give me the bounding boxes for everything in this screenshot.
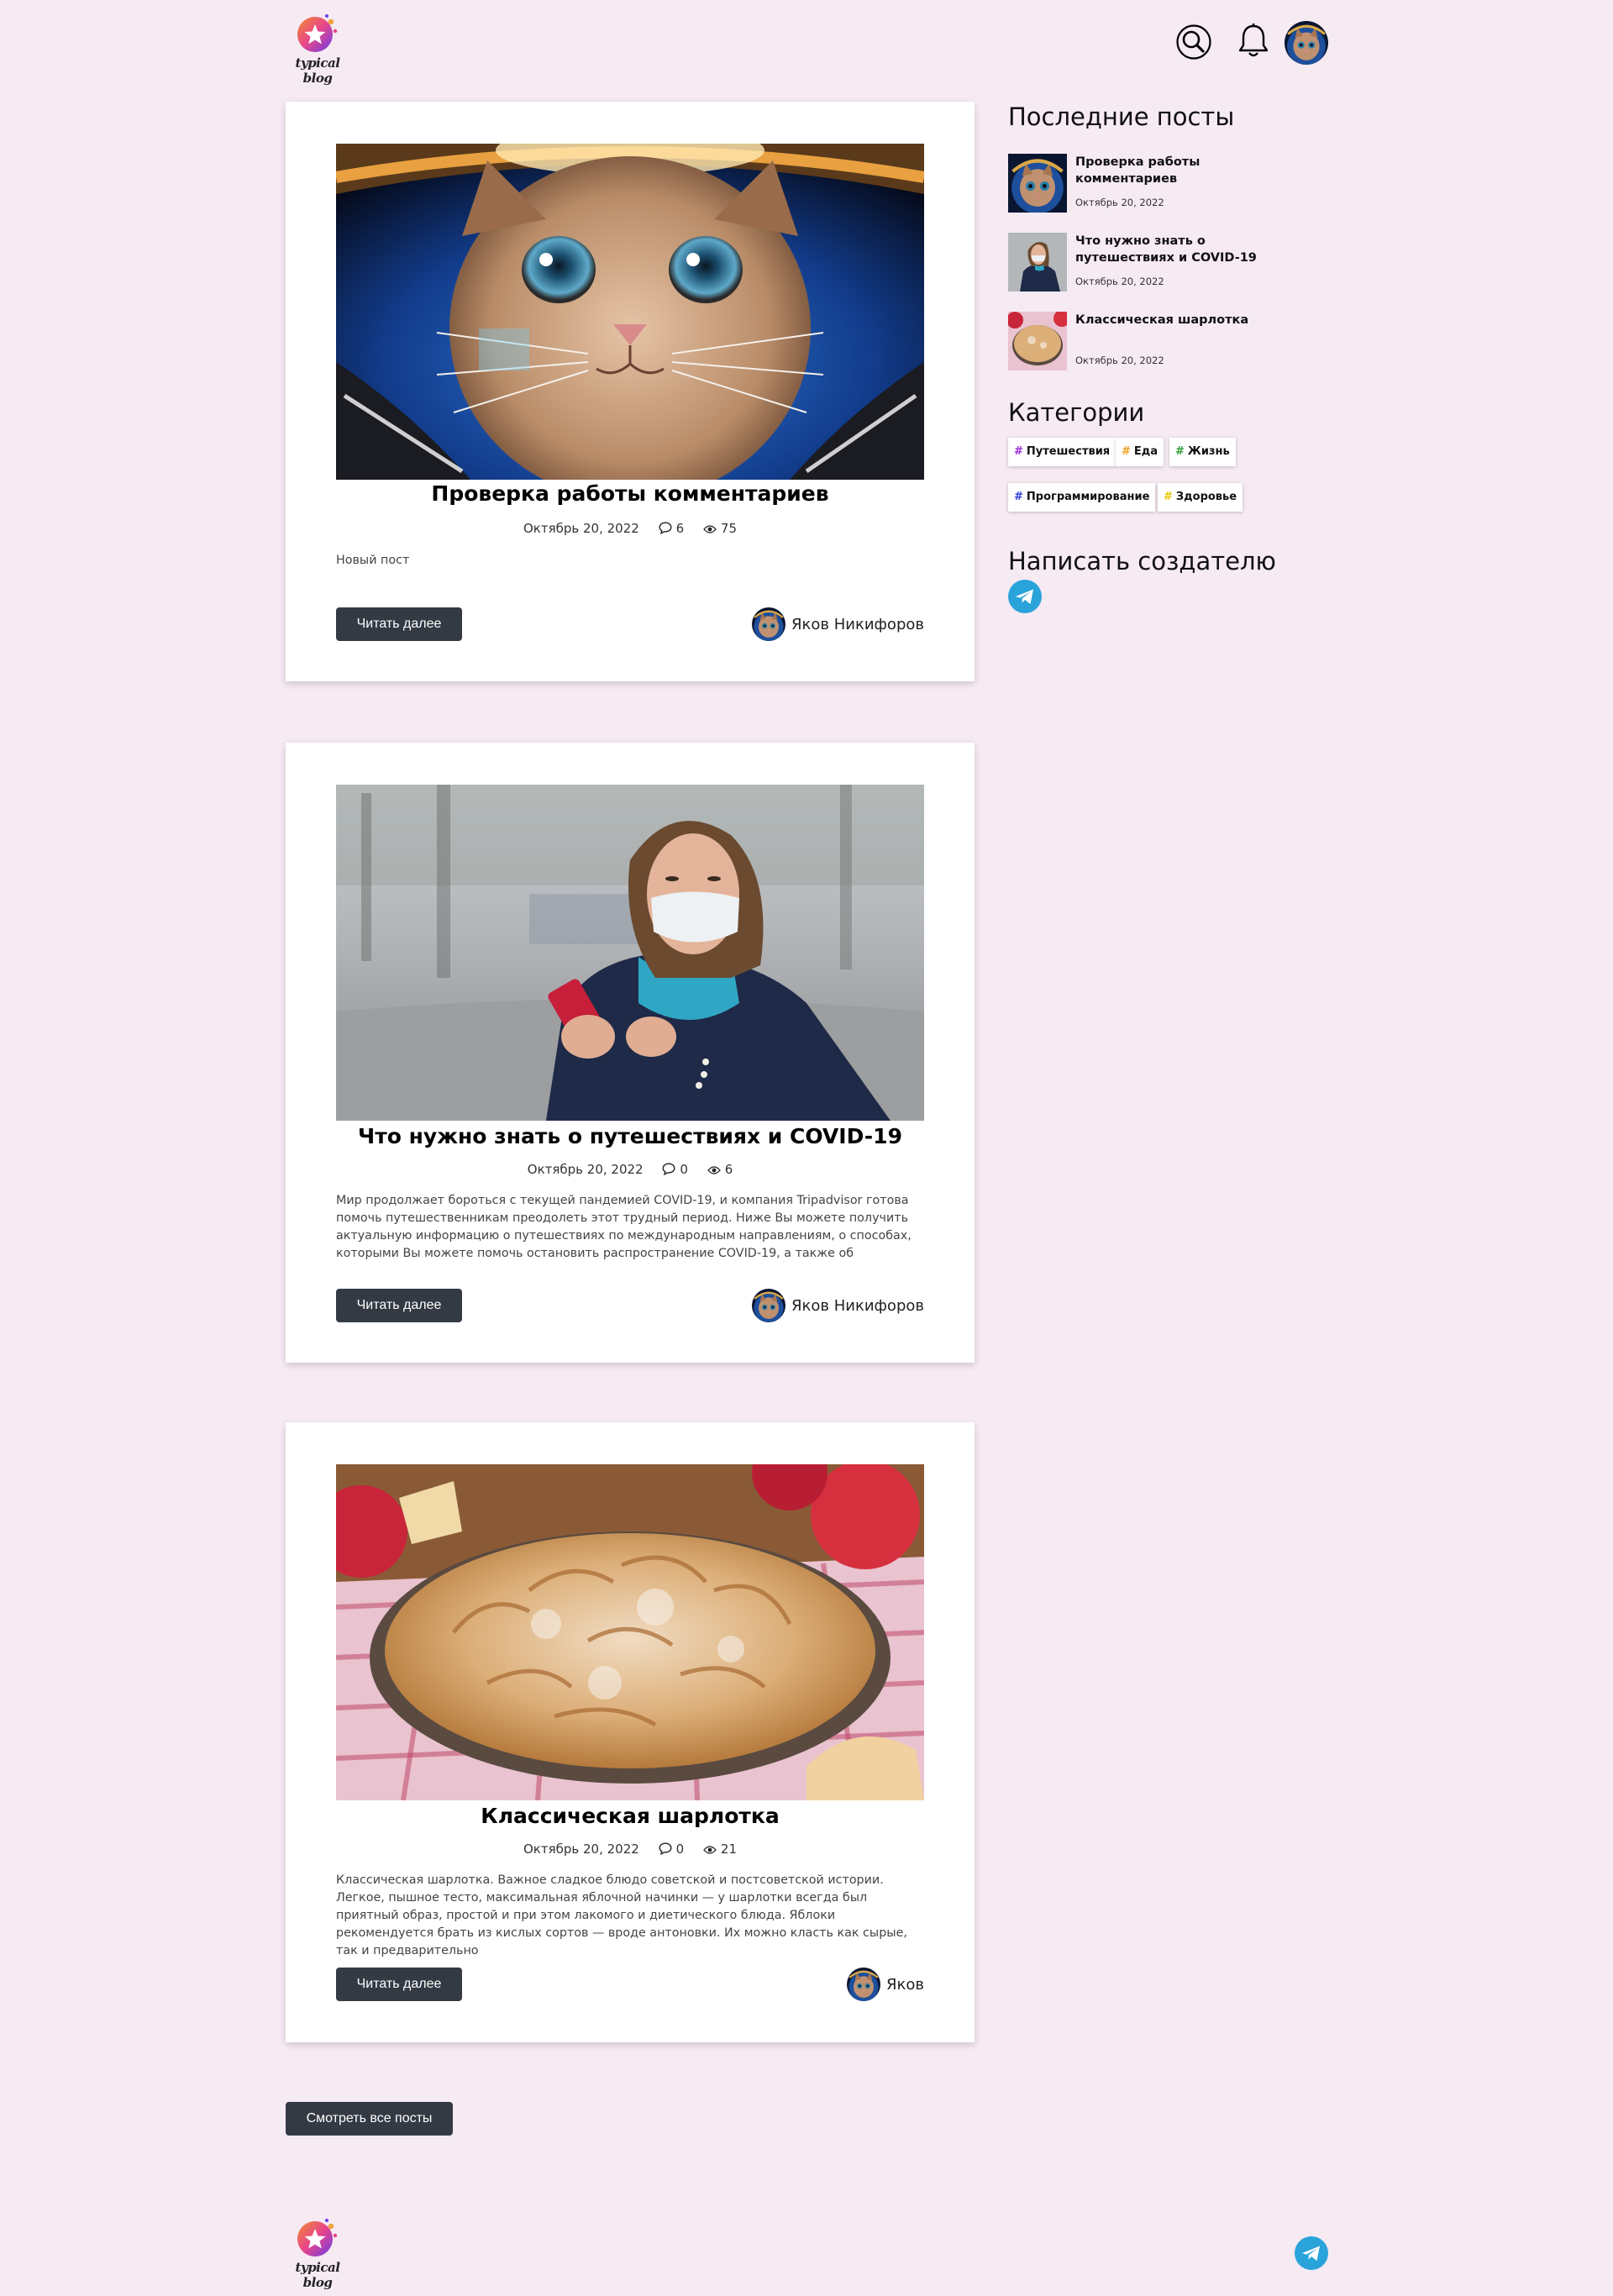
recent-post-title[interactable]: Классическая шарлотка [1075,312,1302,328]
recent-post-thumbnail [1008,154,1067,213]
categories-heading: Категории [1008,398,1145,427]
post-author[interactable]: Яков [847,1968,924,2001]
contact-heading: Написать создателю [1008,547,1276,575]
hash-icon: # [1122,445,1131,458]
hash-icon: # [1014,445,1023,458]
post-meta: Октябрь 20, 2022 0 21 [286,1841,975,1857]
cat-astronaut-image [336,144,924,480]
recent-post-date: Октябрь 20, 2022 [1075,197,1164,208]
author-name: Яков [886,1975,924,1994]
recent-post-item[interactable]: Проверка работы комментариев Октябрь 20,… [1008,154,1311,213]
comments-count: 0 [662,1162,688,1177]
comments-value: 0 [680,1161,688,1177]
comment-icon [662,1162,675,1175]
comments-count: 0 [659,1841,685,1857]
post-date: Октябрь 20, 2022 [523,1841,639,1857]
post-card: Проверка работы комментариев Октябрь 20,… [286,102,975,681]
recent-post-date: Октябрь 20, 2022 [1075,276,1164,287]
recent-post-date: Октябрь 20, 2022 [1075,355,1164,366]
post-meta: Октябрь 20, 2022 0 6 [286,1161,975,1177]
category-label: Путешествия [1026,445,1111,458]
post-image[interactable] [336,144,924,480]
notifications-button[interactable] [1237,22,1270,60]
views-value: 21 [720,1841,737,1857]
post-meta: Октябрь 20, 2022 6 75 [286,520,975,536]
views-value: 75 [720,520,737,536]
bell-icon [1238,24,1269,57]
logo-icon [297,14,338,52]
post-date: Октябрь 20, 2022 [527,1161,644,1177]
views-count: 6 [707,1162,733,1177]
post-excerpt: Классическая шарлотка. Важное сладкое бл… [336,1873,907,1957]
post-image[interactable] [336,785,924,1121]
recent-post-thumbnail [1008,312,1067,370]
category-tag-health[interactable]: # Здоровье [1158,483,1243,512]
post-title[interactable]: Классическая шарлотка [286,1804,975,1828]
author-avatar [752,607,786,641]
post-card: Что нужно знать о путешествиях и COVID-1… [286,743,975,1363]
category-label: Еда [1133,445,1159,458]
eye-icon [703,524,717,533]
logo-text: typical blog [295,55,340,86]
eye-icon [707,1165,721,1174]
user-avatar[interactable] [1285,21,1328,65]
author-avatar [752,1289,786,1322]
read-more-button[interactable]: Читать далее [336,1968,462,2001]
recent-post-title[interactable]: Проверка работы комментариев [1075,154,1302,187]
view-all-posts-button[interactable]: Смотреть все посты [286,2102,453,2136]
apple-pie-image [336,1464,924,1800]
post-image[interactable] [336,1464,924,1800]
logo-icon [297,2219,338,2257]
comments-value: 6 [675,520,685,536]
hash-icon: # [1164,491,1173,503]
woman-in-mask-image [336,785,924,1121]
recent-post-title[interactable]: Что нужно знать о путешествиях и COVID-1… [1075,233,1302,266]
category-tag-life[interactable]: # Жизнь [1169,438,1236,466]
recent-post-thumbnail [1008,233,1067,292]
category-tag-programming[interactable]: # Программирование [1008,483,1156,512]
author-name: Яков Никифоров [791,615,924,633]
author-avatar [847,1968,880,2001]
recent-post-item[interactable]: Что нужно знать о путешествиях и COVID-1… [1008,233,1311,292]
read-more-button[interactable]: Читать далее [336,1289,462,1322]
comment-icon [659,521,672,534]
avatar-image [1285,21,1328,65]
category-label: Здоровье [1175,491,1237,503]
category-tag-travel[interactable]: # Путешествия [1008,438,1116,466]
post-excerpt: Мир продолжает бороться с текущей пандем… [336,1194,912,1260]
post-card: Классическая шарлотка Октябрь 20, 2022 0… [286,1422,975,2042]
telegram-icon [1302,2246,1320,2261]
logo-text: typical blog [295,2260,340,2290]
telegram-icon [1016,589,1033,604]
search-button[interactable] [1175,24,1212,60]
footer-logo[interactable]: typical blog [285,2214,350,2290]
comment-icon [659,1842,672,1855]
author-name: Яков Никифоров [791,1296,924,1315]
recent-posts-heading: Последние посты [1008,102,1235,131]
read-more-button[interactable]: Читать далее [336,607,462,641]
footer-telegram-link[interactable] [1295,2236,1328,2270]
views-value: 6 [724,1161,733,1177]
comments-count: 6 [659,520,685,536]
views-count: 75 [703,521,737,536]
category-label: Программирование [1026,491,1150,503]
post-title[interactable]: Что нужно знать о путешествиях и COVID-1… [286,1124,975,1148]
hash-icon: # [1175,445,1185,458]
post-date: Октябрь 20, 2022 [523,520,639,536]
post-excerpt: Новый пост [336,554,410,567]
recent-post-item[interactable]: Классическая шарлотка Октябрь 20, 2022 [1008,312,1311,370]
post-author[interactable]: Яков Никифоров [752,607,924,641]
telegram-link[interactable] [1008,580,1042,613]
eye-icon [703,1845,717,1854]
category-label: Жизнь [1187,445,1230,458]
category-tag-food[interactable]: # Еда [1116,438,1164,466]
hash-icon: # [1014,491,1023,503]
post-author[interactable]: Яков Никифоров [752,1289,924,1322]
site-logo[interactable]: typical blog [285,9,350,86]
views-count: 21 [703,1842,737,1857]
post-title[interactable]: Проверка работы комментариев [286,481,975,506]
search-icon [1176,24,1211,60]
comments-value: 0 [675,1841,685,1857]
